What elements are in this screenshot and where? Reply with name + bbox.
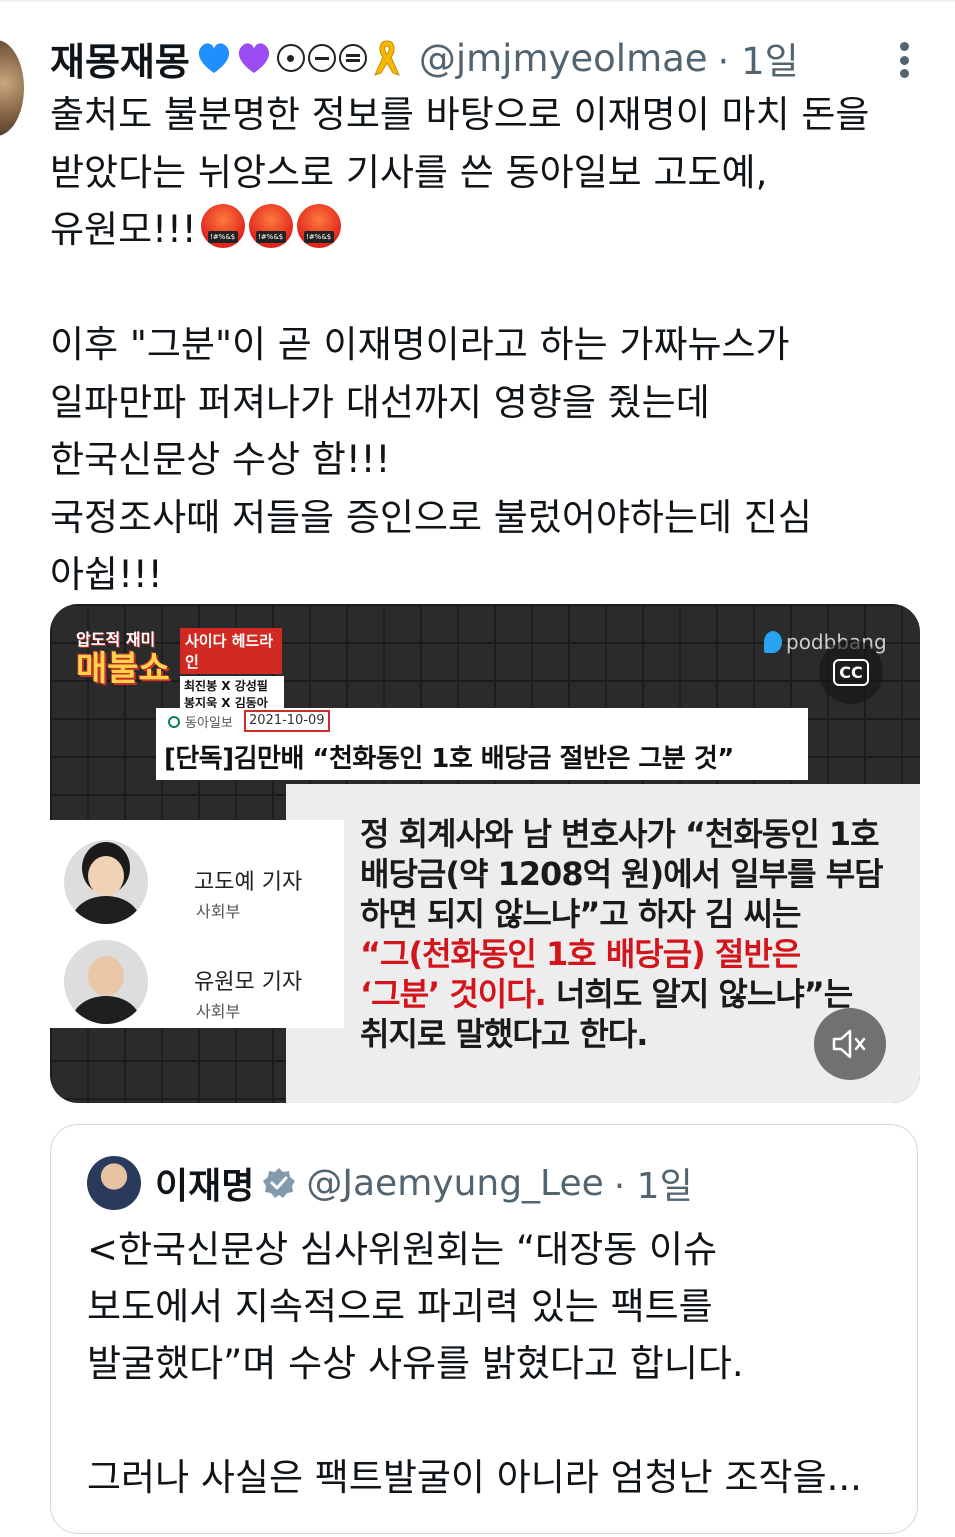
article-source-label: 동아일보 xyxy=(185,716,233,731)
quote-line: ‘그분’ 것이다. 너희도 알지 않느냐”는 xyxy=(360,974,920,1014)
mute-button[interactable] xyxy=(814,1008,886,1080)
reporter-card: 고도예 기자 사회부 xyxy=(64,840,344,930)
angry-cursing-emoji-icon xyxy=(296,204,341,248)
cc-icon: CC xyxy=(833,658,869,686)
captions-button[interactable]: CC xyxy=(819,640,883,704)
tweet-header: 재몽재몽 @jmjmyeolmae · 1일 xyxy=(50,30,950,86)
podbbang-logo-icon xyxy=(764,631,782,653)
quoted-tweet-header: 이재명 @Jaemyung_Lee · 1일 xyxy=(87,1155,693,1211)
quoted-line: 그러나 사실은 팩트발굴이 아니라 엄청난 조작을... xyxy=(87,1456,862,1499)
tweet-line-text: 유원모!!! xyxy=(50,208,197,251)
quoted-author-name: 이재명 xyxy=(155,1166,255,1207)
tweet-text: 출처도 불분명한 정보를 바탕으로 이재명이 마치 돈을 받았다는 뉘앙스로 기… xyxy=(50,86,930,604)
tweet-line: 유원모!!! xyxy=(50,201,930,259)
quoted-line: 발굴했다”며 수상 사유를 밝혔다고 합니다. xyxy=(87,1342,744,1385)
reporter-card: 유원모 기자 사회부 xyxy=(64,940,344,1030)
quote-line: 하면 되지 않느냐”고 하자 김 씨는 xyxy=(360,895,801,933)
reporter-photo xyxy=(64,940,148,1024)
circle-minus-icon xyxy=(307,44,336,72)
quote-line: 배당금(약 1208억 원)에서 일부를 부담 xyxy=(360,855,884,893)
speaker-muted-icon xyxy=(832,1029,866,1059)
quote-highlight: ‘그분’ 것이다. xyxy=(360,975,547,1013)
angry-cursing-emoji-icon xyxy=(200,204,245,248)
name-emojis xyxy=(194,37,405,79)
yellow-ribbon-icon xyxy=(373,40,400,76)
tweet-time[interactable]: · 1일 xyxy=(718,31,799,85)
circle-dot-icon xyxy=(276,44,305,72)
tweet-line: 아쉽!!! xyxy=(50,553,163,596)
quoted-tweet[interactable]: 이재명 @Jaemyung_Lee · 1일 <한국신문상 심사위원회는 “대장… xyxy=(50,1124,918,1534)
quoted-tweet-time: · 1일 xyxy=(613,1166,693,1207)
reporter-name: 유원모 기자 xyxy=(194,970,303,995)
tweet-line: 한국신문상 수상 함!!! xyxy=(50,438,391,481)
author-avatar[interactable] xyxy=(0,40,24,136)
quote-continuation: 너희도 알지 않느냐”는 xyxy=(545,975,853,1013)
headline-label: 사이다 헤드라인 xyxy=(180,628,282,674)
reporter-panel: 고도예 기자 사회부 유원모 기자 사회부 xyxy=(50,820,344,1028)
blue-heart-icon xyxy=(198,43,229,73)
quote-line: 정 회계사와 남 변호사가 “천화동인 1호 xyxy=(360,815,880,853)
quoted-line: 보도에서 지속적으로 파괴력 있는 팩트를 xyxy=(87,1285,713,1328)
quoted-author-avatar xyxy=(87,1156,141,1210)
author-display-name[interactable]: 재몽재몽 xyxy=(50,31,190,86)
tweet-line: 출처도 불분명한 정보를 바탕으로 이재명이 마치 돈을 xyxy=(50,93,870,136)
tweet-line xyxy=(50,259,930,317)
top-divider xyxy=(0,0,955,2)
purple-heart-icon xyxy=(238,43,269,73)
circle-equal-icon xyxy=(338,44,367,72)
reporter-photo xyxy=(64,840,148,924)
show-logo-top: 압도적 재미 xyxy=(76,630,156,649)
quoted-line xyxy=(87,1392,907,1449)
author-handle[interactable]: @jmjmyeolmae xyxy=(419,37,708,80)
article-title: [단독]김만배 “천화동인 1호 배당금 절반은 그분 것” xyxy=(164,744,734,774)
headline-badge: 사이다 헤드라인 최진봉 X 강성필 봉지욱 X 김동아 xyxy=(180,628,284,714)
tweet-line: 이후 "그분"이 곧 이재명이라고 하는 가짜뉴스가 xyxy=(50,323,790,366)
reporter-name: 고도예 기자 xyxy=(194,870,303,895)
article-date: 2021-10-09 xyxy=(244,710,330,732)
video-player[interactable]: 압도적 재미 매불쇼 사이다 헤드라인 최진봉 X 강성필 봉지욱 X 김동아 … xyxy=(50,604,920,1103)
show-logo: 압도적 재미 매불쇼 xyxy=(76,626,194,690)
more-options-icon[interactable] xyxy=(900,42,910,78)
angry-cursing-emoji-icon xyxy=(248,204,293,248)
show-logo-main: 매불쇼 xyxy=(76,649,170,689)
tweet-line: 일파만파 퍼져나가 대선까지 영향을 줬는데 xyxy=(50,380,710,424)
quote-highlight: “그(천화동인 1호 배당금) 절반은 xyxy=(360,935,801,973)
article-source: 동아일보 xyxy=(168,712,233,731)
quoted-author-handle: @Jaemyung_Lee xyxy=(306,1162,604,1204)
quoted-line: <한국신문상 심사위원회는 “대장동 이슈 xyxy=(87,1228,718,1271)
reporter-dept: 사회부 xyxy=(196,902,241,921)
headline-names-line: 최진봉 X 강성필 xyxy=(184,679,268,693)
verified-badge-icon xyxy=(263,1168,296,1198)
reporter-dept: 사회부 xyxy=(196,1002,241,1021)
tweet-line: 국정조사때 저들을 증인으로 불렀어야하는데 진심 xyxy=(50,495,812,539)
article-header: 동아일보 2021-10-09 [단독]김만배 “천화동인 1호 배당금 절반은… xyxy=(156,708,808,780)
quoted-tweet-text: <한국신문상 심사위원회는 “대장동 이슈 보도에서 지속적으로 파괴력 있는 … xyxy=(87,1221,907,1506)
donga-logo-icon xyxy=(168,715,180,728)
tweet-line: 받았다는 뉘앙스로 기사를 쓴 동아일보 고도예, xyxy=(50,150,768,194)
